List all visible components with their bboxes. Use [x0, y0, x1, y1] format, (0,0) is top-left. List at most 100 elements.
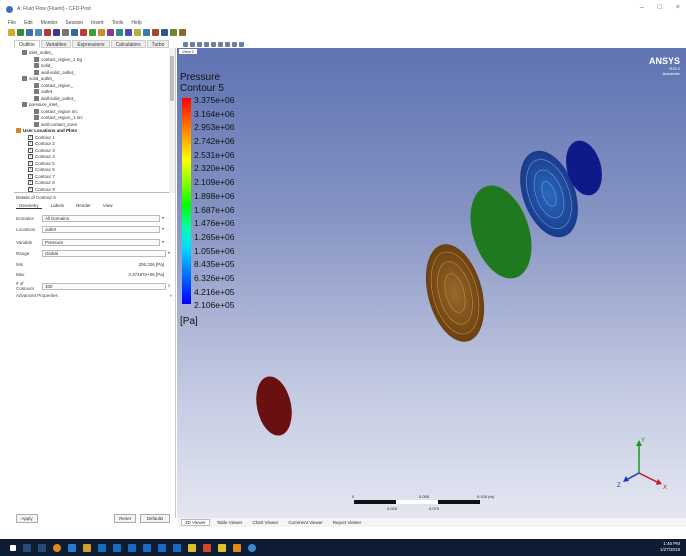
tab-render[interactable]: Render — [73, 203, 94, 209]
legend-icon[interactable] — [161, 29, 168, 36]
expression-icon[interactable] — [143, 29, 150, 36]
tab-3d-viewer[interactable]: 3D Viewer — [181, 519, 210, 526]
chevron-down-icon[interactable]: ▾ — [166, 250, 172, 257]
expand-icon[interactable]: » — [58, 293, 172, 298]
checkbox[interactable] — [28, 134, 33, 140]
tree-item[interactable]: contact_region src — [34, 108, 78, 114]
word-icon-3[interactable] — [128, 543, 136, 552]
checkbox[interactable] — [28, 166, 33, 172]
settings-icon[interactable] — [239, 41, 244, 47]
new-icon[interactable] — [8, 29, 15, 36]
tree-item[interactable]: Contour 4 — [28, 153, 55, 159]
folder-icon[interactable] — [83, 543, 91, 552]
reset-button[interactable]: Reset — [114, 514, 136, 523]
contours-input[interactable]: 100 — [42, 282, 166, 290]
select-icon[interactable] — [183, 41, 188, 47]
contour-icon[interactable] — [80, 29, 87, 36]
explorer-icon[interactable] — [68, 543, 76, 552]
pan-icon[interactable] — [197, 41, 202, 47]
tab-view[interactable]: View — [100, 203, 116, 209]
search-icon[interactable] — [23, 543, 31, 552]
variable-select[interactable]: Pressure — [42, 238, 160, 246]
close-button[interactable]: × — [676, 4, 680, 11]
3d-viewport[interactable]: Pressure Contour 5 3.375e+06 3.164e+06 2.9… — [177, 48, 686, 518]
tree-item[interactable]: Contour 6 — [28, 166, 55, 172]
tab-variables[interactable]: Variables — [40, 40, 72, 48]
tree-item[interactable]: inlet_outlet_ — [22, 50, 53, 55]
tree-item[interactable]: Contour 3 — [28, 147, 55, 153]
ellipsis-icon[interactable]: … — [166, 226, 172, 233]
tab-table-viewer[interactable]: Table Viewer — [214, 520, 246, 525]
tab-report-viewer[interactable]: Report Viewer — [330, 520, 364, 525]
start-icon[interactable] — [10, 544, 16, 551]
tab-geometry[interactable]: Geometry — [16, 203, 42, 209]
word-icon-5[interactable] — [158, 543, 166, 552]
tree-item[interactable]: contact_region_1 src — [34, 115, 83, 120]
tree-item[interactable]: contact_region_ — [34, 82, 73, 88]
task-view-icon[interactable] — [38, 543, 46, 552]
tree-item[interactable]: Contour 1 — [28, 134, 55, 140]
apply-button[interactable]: Apply — [16, 514, 38, 523]
firefox-icon[interactable] — [53, 543, 61, 552]
range-select[interactable]: Global — [42, 249, 166, 257]
streamline-icon[interactable] — [89, 29, 96, 36]
view-selector[interactable]: View 1 — [179, 49, 197, 54]
undo-icon[interactable] — [44, 29, 51, 36]
tab-outline[interactable]: Outline — [14, 40, 40, 48]
menu-tools[interactable]: Tools — [112, 20, 124, 26]
ellipsis-icon[interactable]: … — [166, 239, 172, 246]
spinner-icon[interactable]: ⇕ — [166, 283, 172, 290]
menu-monitor[interactable]: Monitor — [41, 20, 58, 26]
camera-icon[interactable] — [225, 41, 230, 47]
checkbox[interactable] — [28, 179, 33, 185]
variable-icon[interactable] — [152, 29, 159, 36]
fluent-icon[interactable] — [218, 543, 226, 552]
word-icon[interactable] — [98, 543, 106, 552]
layout-icon[interactable] — [232, 41, 237, 47]
scroll-thumb[interactable] — [170, 56, 174, 101]
ellipsis-icon[interactable]: … — [166, 215, 172, 222]
tree-item[interactable]: Contour 5 — [28, 160, 55, 166]
save-icon[interactable] — [26, 29, 33, 36]
rotate-icon[interactable] — [190, 41, 195, 47]
tree-item[interactable]: contact_region_1 trg — [34, 56, 82, 62]
word-icon-4[interactable] — [143, 543, 151, 552]
tree-item[interactable]: Contour 7 — [28, 173, 55, 179]
tree-item[interactable]: wall-solid_outlet_ — [34, 69, 76, 75]
tree-scrollbar[interactable] — [169, 48, 175, 193]
checkbox[interactable] — [28, 147, 33, 153]
menu-file[interactable]: File — [8, 20, 16, 26]
vector-icon[interactable] — [71, 29, 78, 36]
tree-item[interactable]: pressure_inlet_ — [22, 102, 60, 107]
locations-select[interactable]: outlet — [42, 225, 160, 233]
tab-expressions[interactable]: Expressions — [72, 40, 110, 48]
tree-item[interactable]: Contour 9 — [28, 186, 55, 192]
plane-icon[interactable] — [116, 29, 123, 36]
minimize-button[interactable]: – — [640, 4, 644, 11]
tab-chart-viewer[interactable]: Chart Viewer — [249, 520, 281, 525]
tree-item[interactable]: wall-solid_outlet_ — [34, 95, 76, 101]
ansys-workbench-icon[interactable] — [188, 543, 196, 552]
cfx-icon[interactable] — [233, 543, 241, 552]
checkbox[interactable] — [28, 186, 33, 192]
tree-item[interactable]: Contour 8 — [28, 179, 55, 185]
volume-icon[interactable] — [98, 29, 105, 36]
word-icon-2[interactable] — [113, 543, 121, 552]
text-icon[interactable] — [170, 29, 177, 36]
domains-select[interactable]: All Domains — [42, 214, 160, 222]
print-icon[interactable] — [35, 29, 42, 36]
tree-item[interactable]: solid_ — [34, 63, 53, 68]
menu-edit[interactable]: Edit — [24, 20, 33, 26]
menu-session[interactable]: Session — [65, 20, 83, 26]
checkbox[interactable] — [28, 160, 33, 166]
tab-comment-viewer[interactable]: Comment Viewer — [285, 520, 325, 525]
defaults-button[interactable]: Defaults — [140, 514, 170, 523]
open-icon[interactable] — [17, 29, 24, 36]
cfd-post-icon[interactable] — [248, 543, 256, 552]
word-icon-6[interactable] — [173, 543, 181, 552]
zoom-icon[interactable] — [204, 41, 209, 47]
tree-item[interactable]: solid_outlet_ — [22, 76, 54, 81]
tree-item[interactable]: outlet — [34, 89, 52, 94]
clip-icon[interactable] — [179, 29, 186, 36]
table-icon[interactable] — [134, 29, 141, 36]
